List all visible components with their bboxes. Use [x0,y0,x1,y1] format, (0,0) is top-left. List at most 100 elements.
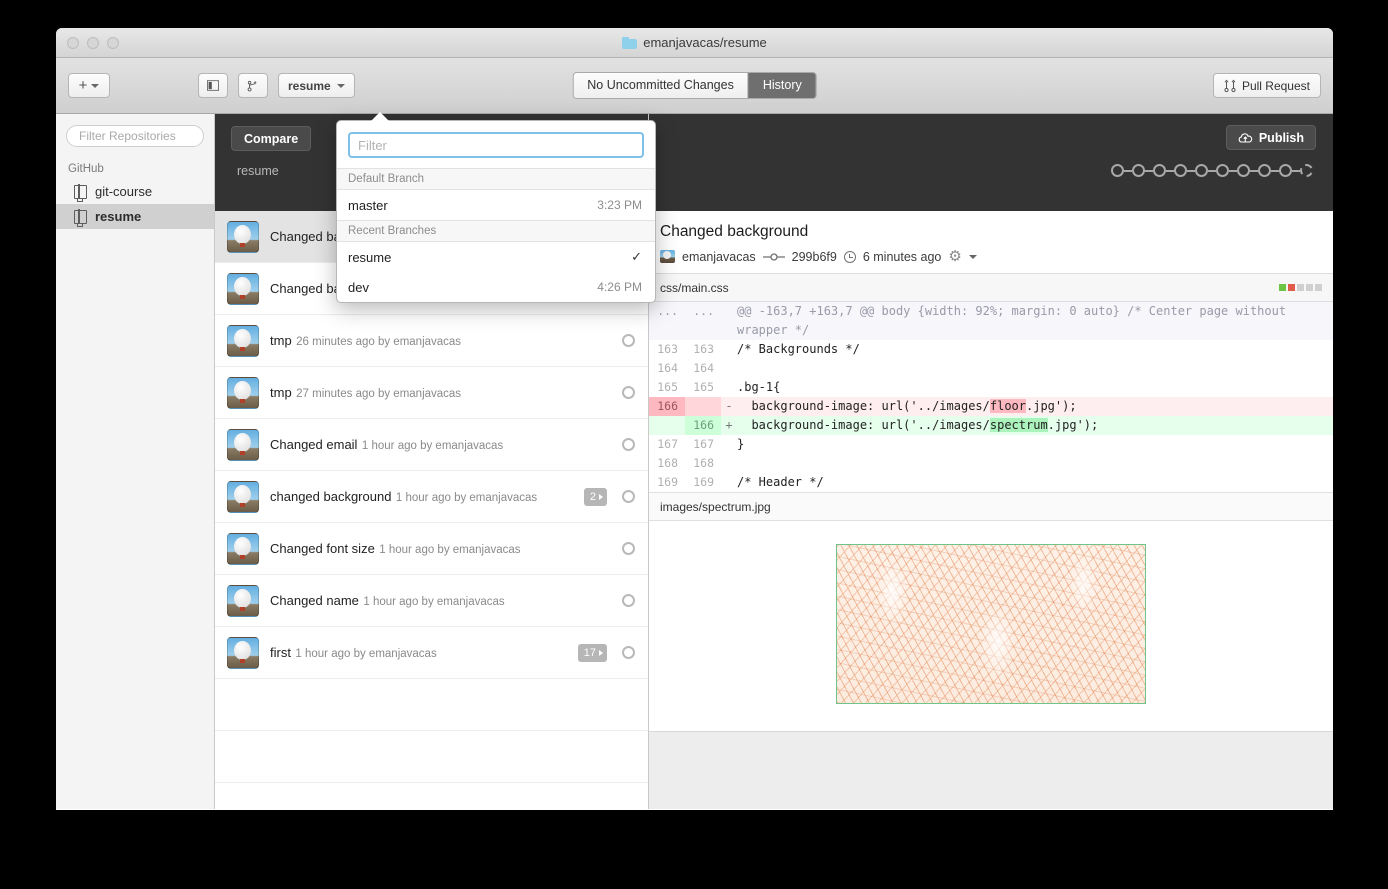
diff-code: background-image: url('../images/floor.j… [737,397,1333,416]
diff-code [737,359,1333,378]
sidebar-item-git-course[interactable]: git-course [56,179,214,204]
commit-count-badge[interactable]: 2 [583,487,607,506]
diff-line-added: 166 + background-image: url('../images/s… [649,416,1333,435]
commit-title: Changed name [270,592,359,608]
diff-code-post: .jpg'); [1026,399,1077,413]
window-controls[interactable] [67,37,119,49]
diff-line-context: 168 168 [649,454,1333,473]
tab-changes[interactable]: No Uncommitted Changes [573,73,748,98]
commit-meta: 27 minutes ago by emanjavacas [296,387,462,400]
pull-request-button[interactable]: Pull Request [1212,73,1321,98]
graph-node [1279,164,1292,177]
minimize-button[interactable] [87,37,99,49]
diff-sign: + [725,418,733,432]
mode-segmented-control[interactable]: No Uncommitted Changes History [572,72,817,99]
table-row[interactable]: Changed font size 1 hour ago by emanjava… [215,523,648,575]
diff-code-highlight: spectrum [989,418,1048,432]
table-row[interactable]: Changed email 1 hour ago by emanjavacas [215,419,648,471]
graph-node [1195,164,1208,177]
diff-line-context: 163 163 /* Backgrounds */ [649,340,1333,359]
table-row[interactable]: Changed name 1 hour ago by emanjavacas [215,575,648,627]
branch-name: dev [348,279,369,295]
old-line-number [649,416,685,435]
new-line-number: 166 [685,416,721,435]
table-row[interactable]: tmp 26 minutes ago by emanjavacas [215,315,648,367]
diff-sign [721,378,737,397]
avatar [227,636,259,669]
avatar [227,532,259,565]
commit-meta: 1 hour ago by emanjavacas [361,439,504,452]
page-title: Changed background [660,223,809,240]
commit-meta: 1 hour ago by emanjavacas [395,491,538,504]
graph-node [1258,164,1271,177]
diff-line-context: 165 165 .bg-1{ [649,378,1333,397]
empty-row [215,783,648,809]
empty-row [215,679,648,731]
chevron-down-icon[interactable] [968,254,977,259]
diff-view[interactable]: ... ... @@ -163,7 +163,7 @@ body {width:… [649,302,1333,492]
commit-author: emanjavacas [682,249,756,264]
commit-sha[interactable]: 299b6f9 [792,250,837,264]
window-title-text: emanjavacas/resume [643,35,767,50]
popover-section-label: Default Branch [337,168,655,190]
plus-icon: + [78,77,88,94]
old-line-number: ... [657,304,678,318]
compare-button[interactable]: Compare [231,126,312,151]
new-branch-button[interactable] [238,73,268,98]
graph-node [1237,164,1250,177]
avatar [227,376,259,409]
commit-detail-header: Changed background emanjavacas 299b6f9 6… [649,211,1333,274]
folder-icon [622,36,638,49]
branch-popover[interactable]: Filter Default Branch master 3:23 PM Rec… [336,112,656,303]
zoom-button[interactable] [107,37,119,49]
diff-code-pre: background-image: url('../images/ [737,418,990,432]
sidebar-toggle-button[interactable] [198,73,228,98]
table-row[interactable]: first 1 hour ago by emanjavacas 17 [215,627,648,679]
gear-icon[interactable]: ⚙ [948,249,961,264]
commit-bullet [622,490,635,503]
branch-filter-input[interactable]: Filter [348,132,644,158]
pull-request-icon [1224,79,1236,92]
repository-icon [74,183,87,202]
diff-stat [1279,284,1322,291]
table-row[interactable]: tmp 27 minutes ago by emanjavacas [215,367,648,419]
repo-label: resume [95,209,142,224]
commit-bullet [622,542,635,555]
publish-button[interactable]: Publish [1225,125,1316,150]
image-file-name: images/spectrum.jpg [660,499,771,514]
diff-code-post: .jpg'); [1047,418,1099,432]
diff-code: @@ -163,7 +163,7 @@ body {width: 92%; ma… [737,304,1294,337]
new-line-number: 169 [693,475,714,489]
commit-time: 6 minutes ago [862,249,942,264]
add-repository-button[interactable]: + [68,73,110,98]
branch-item-master[interactable]: master 3:23 PM [337,190,655,220]
close-button[interactable] [67,37,79,49]
sidebar: Filter Repositories GitHub git-course re… [56,114,215,809]
image-preview [836,544,1146,704]
avatar [227,272,259,305]
chevron-right-icon [599,649,603,656]
diff-line-deleted: 166 - background-image: url('../images/f… [649,397,1333,416]
branch-time: 4:26 PM [597,280,642,294]
branch-item-dev[interactable]: dev 4:26 PM [337,272,655,302]
current-branch-label: resume [237,164,279,178]
new-line-number: ... [693,304,714,318]
commit-meta: 1 hour ago by emanjavacas [295,647,437,660]
branch-item-resume[interactable]: resume ✓ [337,242,655,272]
avatar [227,428,259,461]
commit-bullet [622,646,635,659]
filter-repositories-input[interactable]: Filter Repositories [66,125,204,147]
commit-title: Changed font size [270,540,375,556]
repository-icon [74,208,87,227]
branch-selector-label: resume [288,78,331,93]
tab-history[interactable]: History [747,73,816,98]
table-row[interactable]: changed background 1 hour ago by emanjav… [215,471,648,523]
diff-line-hunk: ... ... @@ -163,7 +163,7 @@ body {width:… [649,302,1333,340]
sidebar-item-resume[interactable]: resume [56,204,214,229]
image-preview-area [649,521,1333,732]
commit-count-badge[interactable]: 17 [577,643,607,662]
graph-node [1216,164,1229,177]
avatar [227,220,259,253]
new-line-number: 168 [693,456,714,470]
branch-selector-button[interactable]: resume [278,73,355,98]
